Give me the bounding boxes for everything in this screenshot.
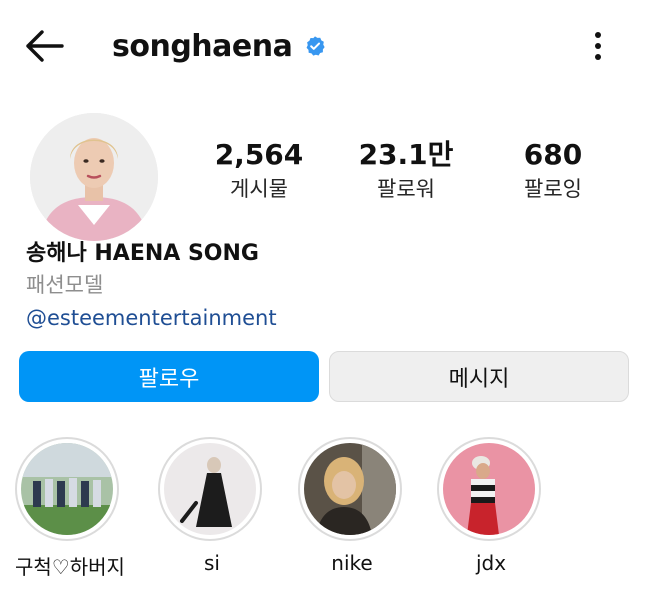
- following-label: 팔로잉: [524, 177, 582, 201]
- highlight-cover: [164, 443, 256, 535]
- profile-mention-link[interactable]: @esteementertainment: [26, 302, 277, 334]
- posts-value: 2,564: [214, 138, 304, 171]
- following-count[interactable]: 680 팔로잉: [483, 137, 623, 205]
- profile-display-name: 송해나 HAENA SONG: [26, 241, 259, 266]
- followers-count[interactable]: 23.1만 팔로워: [336, 137, 476, 205]
- username-title: songhaena: [112, 26, 326, 66]
- highlight-label: nike: [331, 551, 373, 575]
- followers-value: 23.1만: [358, 138, 454, 171]
- highlight-cover-image: [164, 443, 256, 535]
- highlight-item[interactable]: nike: [298, 437, 406, 575]
- message-button[interactable]: 메시지: [329, 351, 629, 402]
- profile-category: 패션모델: [26, 273, 104, 297]
- avatar-photo: [30, 113, 158, 241]
- followers-label: 팔로워: [377, 177, 435, 201]
- username: songhaena: [112, 28, 293, 64]
- highlight-cover: [443, 443, 535, 535]
- highlight-label: jdx: [475, 551, 507, 575]
- highlight-item[interactable]: 구척♡하버지: [15, 437, 125, 580]
- following-value: 680: [523, 138, 583, 171]
- highlight-cover-image: [443, 443, 535, 535]
- posts-count[interactable]: 2,564 게시물: [189, 137, 329, 205]
- profile-avatar[interactable]: [30, 113, 158, 241]
- more-vertical-icon: [595, 32, 601, 60]
- highlight-item[interactable]: si: [158, 437, 266, 575]
- highlight-cover-image: [304, 443, 396, 535]
- highlight-item[interactable]: jdx: [437, 437, 545, 575]
- highlight-cover-image: [21, 443, 113, 535]
- arrow-left-icon: [26, 30, 64, 62]
- highlight-label: 구척♡하버지: [15, 555, 125, 579]
- follow-button[interactable]: 팔로우: [19, 351, 319, 402]
- highlight-cover: [304, 443, 396, 535]
- highlight-ring: [158, 437, 262, 541]
- profile-header: songhaena: [0, 0, 648, 92]
- posts-label: 게시물: [230, 177, 288, 201]
- back-button[interactable]: [22, 26, 66, 66]
- verified-badge-icon: [306, 36, 325, 56]
- highlight-cover: [21, 443, 113, 535]
- more-options-button[interactable]: [582, 26, 614, 66]
- highlight-label: si: [204, 551, 220, 575]
- highlight-ring: [298, 437, 402, 541]
- highlight-ring: [437, 437, 541, 541]
- highlight-ring: [15, 437, 119, 541]
